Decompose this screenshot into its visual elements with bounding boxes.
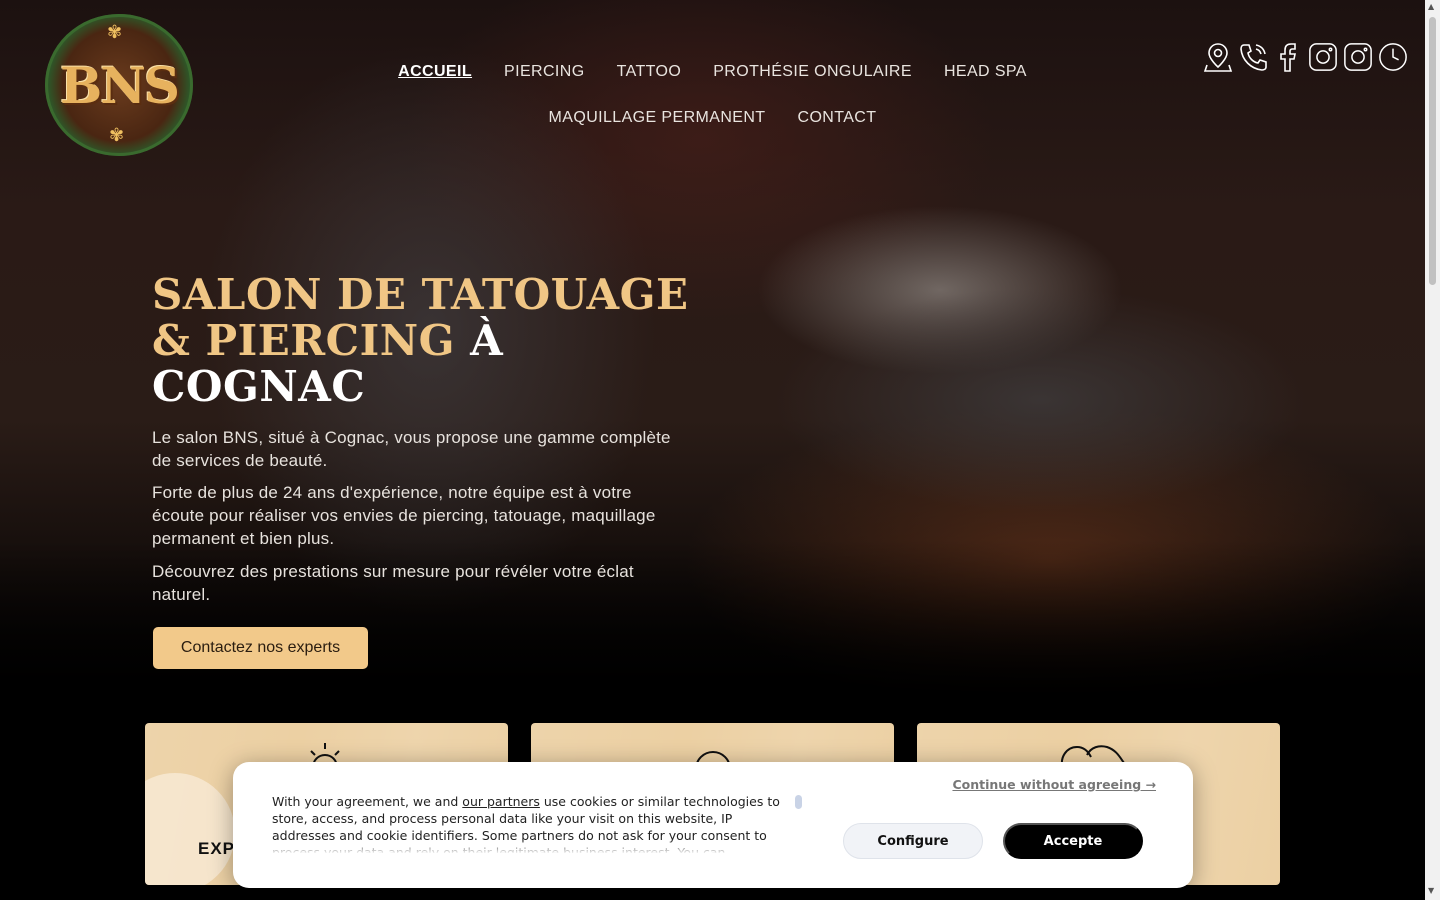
bee-icon: ✾ <box>109 125 125 146</box>
location-pin-icon[interactable] <box>1203 40 1233 74</box>
card-decor-circle <box>145 773 235 885</box>
nav-item-head-spa[interactable]: HEAD SPA <box>928 60 1043 84</box>
hero-paragraph: Le salon BNS, situé à Cognac, vous propo… <box>152 428 671 470</box>
scrollbar-thumb[interactable] <box>1429 17 1436 285</box>
nav-item-piercing[interactable]: PIERCING <box>488 60 601 84</box>
cookie-text-scrollbar[interactable] <box>795 795 802 809</box>
cookie-consent-banner: Continue without agreeing → With your ag… <box>233 762 1193 888</box>
nav-item-tattoo[interactable]: TATTOO <box>601 60 698 84</box>
hero-paragraph: Forte de plus de 24 ans d'expérience, no… <box>152 483 656 548</box>
social-icons <box>1203 40 1408 74</box>
instagram-icon[interactable] <box>1343 40 1373 74</box>
cookie-text-part: With your agreement, we and <box>272 794 463 809</box>
page-scrollbar[interactable]: ▲ ▼ <box>1425 0 1440 900</box>
hero-title: SALON DE TATOUAGE & PIERCING À COGNAC <box>152 272 712 410</box>
configure-button[interactable]: Configure <box>843 823 983 859</box>
nav-item-maquillage-permanent[interactable]: MAQUILLAGE PERMANENT <box>533 106 782 130</box>
card-title: EXP <box>198 839 236 858</box>
bee-icon: ✾ <box>107 22 123 43</box>
scroll-down-arrow-icon[interactable]: ▼ <box>1428 886 1434 895</box>
scroll-up-arrow-icon[interactable]: ▲ <box>1428 2 1434 11</box>
continue-without-agreeing-link[interactable]: Continue without agreeing → <box>952 777 1156 792</box>
instagram-icon[interactable] <box>1308 40 1338 74</box>
main-nav: ACCUEIL PIERCING TATTOO PROTHÉSIE ONGULA… <box>290 60 1135 130</box>
nav-item-prothesie-ongulaire[interactable]: PROTHÉSIE ONGULAIRE <box>697 60 928 84</box>
nav-item-contact[interactable]: CONTACT <box>781 106 892 130</box>
contact-experts-button[interactable]: Contactez nos experts <box>153 627 368 669</box>
accept-button[interactable]: Accepte <box>1003 823 1143 859</box>
site-logo[interactable]: ✾ BNS ✾ <box>45 14 193 156</box>
clock-icon[interactable] <box>1378 40 1408 74</box>
logo-text: BNS <box>59 55 180 115</box>
facebook-icon[interactable] <box>1273 40 1303 74</box>
hero-paragraph: Découvrez des prestations sur mesure pou… <box>152 562 634 604</box>
cookie-text-fade <box>272 840 792 854</box>
hero-title-gold: SALON DE TATOUAGE & PIERCING <box>152 270 689 365</box>
nav-item-accueil[interactable]: ACCUEIL <box>382 60 488 84</box>
partners-link[interactable]: our partners <box>462 794 540 809</box>
phone-icon[interactable] <box>1238 40 1268 74</box>
